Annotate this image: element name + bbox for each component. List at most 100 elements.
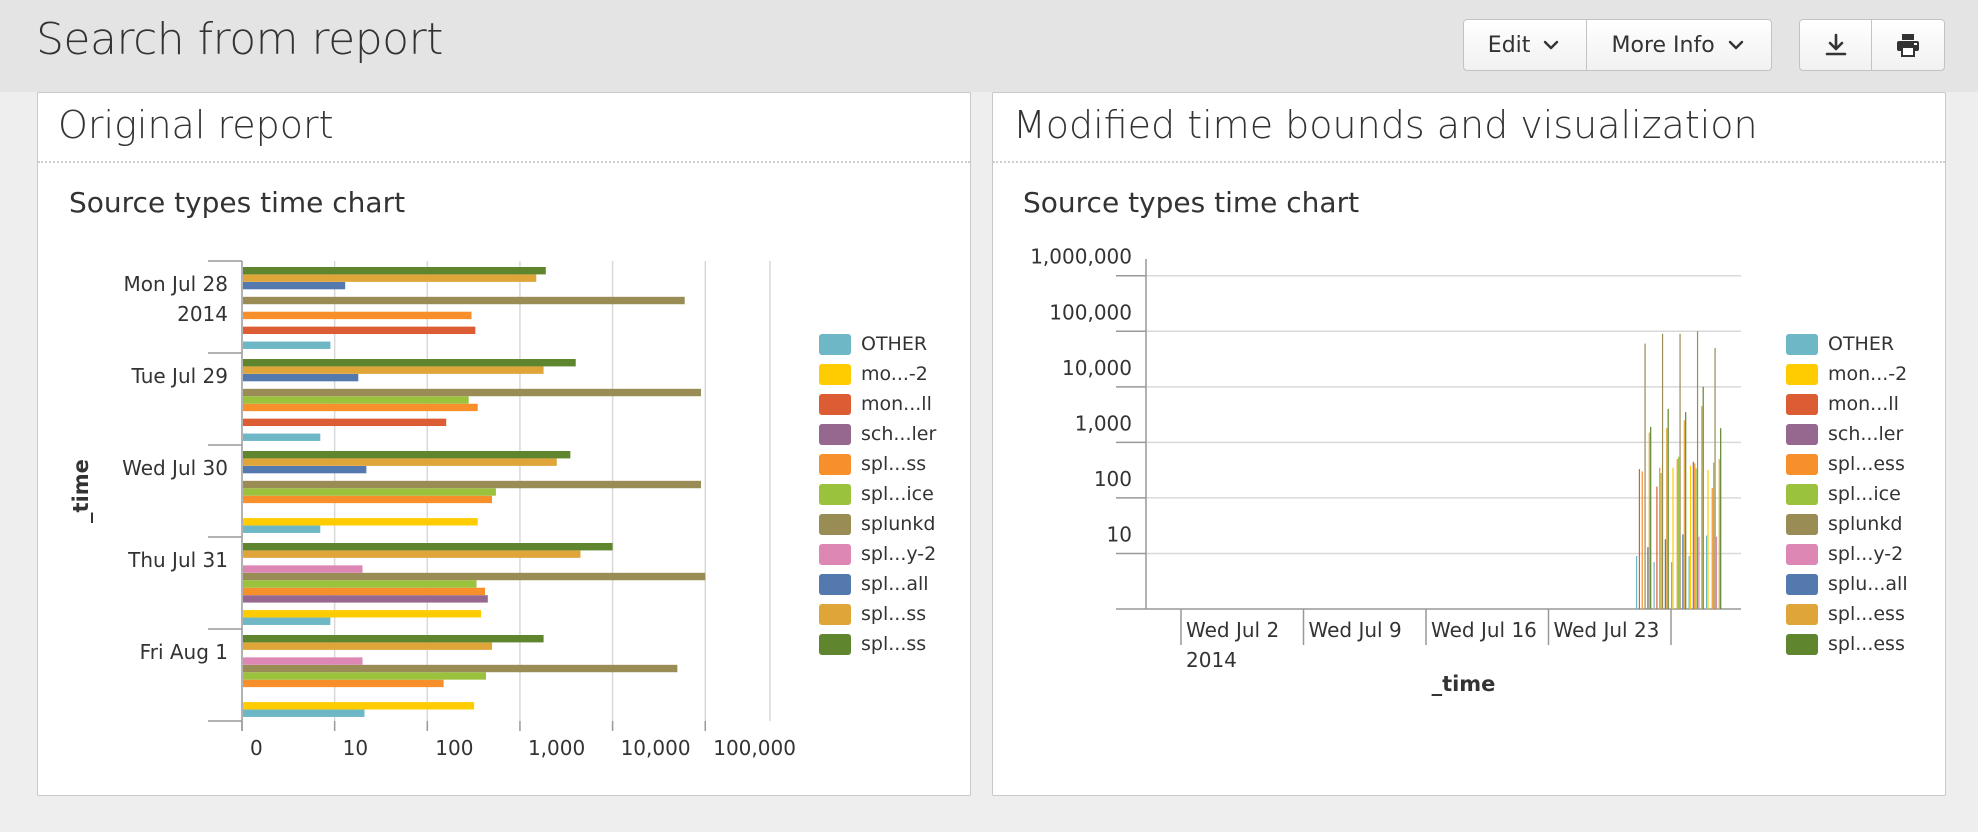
legend-item[interactable]: spl...ess bbox=[1786, 633, 1946, 657]
legend-item[interactable]: spl...ss bbox=[819, 603, 979, 627]
bar bbox=[1661, 333, 1664, 609]
bar bbox=[1713, 462, 1715, 609]
y-axis-title: _time bbox=[69, 459, 93, 523]
y-tick-label: 2014 bbox=[177, 302, 228, 326]
legend-swatch bbox=[1786, 334, 1818, 355]
bar bbox=[1636, 555, 1638, 609]
bar bbox=[243, 587, 486, 596]
download-button[interactable] bbox=[1800, 20, 1872, 70]
bar bbox=[243, 480, 702, 489]
bar bbox=[243, 326, 476, 335]
more-info-button[interactable]: More Info bbox=[1587, 20, 1771, 70]
chevron-down-icon bbox=[1544, 40, 1559, 50]
legend-item[interactable]: spl...ss bbox=[819, 453, 979, 477]
bar bbox=[1644, 343, 1646, 609]
x-tick-label: 0 bbox=[250, 736, 263, 760]
legend-label: OTHER bbox=[861, 333, 928, 355]
bar bbox=[243, 525, 321, 533]
bar bbox=[1650, 426, 1652, 609]
x-tick-label: Wed Jul 9 bbox=[1309, 618, 1402, 642]
bar bbox=[1682, 534, 1684, 609]
y-tick-label: 10,000 bbox=[1062, 356, 1132, 380]
legend-label: sch...ler bbox=[1828, 423, 1904, 445]
legend-swatch bbox=[1786, 574, 1818, 595]
legend-label: splunkd bbox=[1828, 513, 1903, 535]
legend-item[interactable]: OTHER bbox=[1786, 333, 1946, 357]
bar bbox=[243, 465, 367, 474]
edit-button[interactable]: Edit bbox=[1464, 20, 1588, 70]
bar bbox=[1683, 420, 1685, 609]
more-info-button-label: More Info bbox=[1611, 32, 1715, 58]
legend-item[interactable]: mo...-2 bbox=[819, 363, 979, 387]
legend-swatch bbox=[819, 454, 851, 475]
y-tick-label: 100,000 bbox=[1049, 300, 1132, 324]
legend-swatch bbox=[819, 484, 851, 505]
legend-label: spl...ess bbox=[1828, 633, 1905, 655]
legend-label: mon...ll bbox=[861, 393, 932, 415]
bar bbox=[243, 565, 363, 573]
legend-item[interactable]: splunkd bbox=[1786, 513, 1946, 537]
print-button[interactable] bbox=[1872, 20, 1944, 70]
legend-item[interactable]: sch...ler bbox=[819, 423, 979, 447]
bar bbox=[243, 274, 537, 282]
bar bbox=[1671, 562, 1673, 609]
bar bbox=[243, 495, 493, 504]
legend-label: spl...ice bbox=[861, 483, 934, 505]
bar bbox=[243, 679, 444, 688]
legend-item[interactable]: spl...ice bbox=[1786, 483, 1946, 507]
bar bbox=[243, 550, 581, 558]
legend-item[interactable]: mon...-2 bbox=[1786, 363, 1946, 387]
printer-icon bbox=[1897, 34, 1919, 57]
legend-item[interactable]: splu...all bbox=[1786, 573, 1946, 597]
legend-item[interactable]: spl...y-2 bbox=[819, 543, 979, 567]
bar bbox=[243, 311, 472, 320]
bar bbox=[1659, 467, 1661, 609]
bar bbox=[1648, 432, 1650, 609]
bar bbox=[1696, 331, 1699, 609]
legend-swatch bbox=[819, 634, 851, 655]
bar bbox=[243, 388, 702, 397]
bar bbox=[1688, 555, 1690, 609]
x-tick-label: Wed Jul 16 bbox=[1431, 618, 1537, 642]
bar bbox=[1678, 456, 1680, 609]
legend-swatch bbox=[1786, 394, 1818, 415]
legend-item[interactable]: OTHER bbox=[819, 333, 979, 357]
x-tick-label: 2014 bbox=[1186, 648, 1237, 672]
legend-item[interactable]: mon...ll bbox=[1786, 393, 1946, 417]
legend-swatch bbox=[819, 544, 851, 565]
legend-item[interactable]: spl...ss bbox=[819, 633, 979, 657]
bar bbox=[1666, 428, 1668, 609]
legend-item[interactable]: spl...ess bbox=[1786, 603, 1946, 627]
legend-swatch bbox=[819, 604, 851, 625]
bar bbox=[1664, 539, 1666, 609]
bar bbox=[1638, 469, 1641, 609]
y-tick-label: 10 bbox=[1107, 522, 1132, 546]
bar bbox=[1718, 459, 1720, 609]
legend-swatch bbox=[1786, 544, 1818, 565]
x-tick-label: Wed Jul 2 bbox=[1186, 618, 1279, 642]
legend-label: splu...all bbox=[1828, 573, 1908, 595]
bar bbox=[243, 451, 571, 459]
legend-label: OTHER bbox=[1828, 333, 1895, 355]
bar bbox=[243, 572, 706, 581]
legend-item[interactable]: spl...y-2 bbox=[1786, 543, 1946, 567]
x-axis-title: _time bbox=[1432, 672, 1496, 696]
bar bbox=[1656, 486, 1658, 609]
legend-item[interactable]: spl...all bbox=[819, 573, 979, 597]
legend-label: mon...-2 bbox=[1828, 363, 1908, 385]
legend-item[interactable]: splunkd bbox=[819, 513, 979, 537]
bar bbox=[1695, 468, 1697, 609]
legend-item[interactable]: spl...ice bbox=[819, 483, 979, 507]
bar bbox=[243, 341, 331, 349]
legend-item[interactable]: sch...ler bbox=[1786, 423, 1946, 447]
legend-item[interactable]: mon...ll bbox=[819, 393, 979, 417]
bar bbox=[243, 458, 557, 466]
legend-item[interactable]: spl...ess bbox=[1786, 453, 1946, 477]
page-title: Search from report bbox=[36, 14, 443, 65]
legend-swatch bbox=[1786, 604, 1818, 625]
page-header: Search from report Edit More Info bbox=[0, 0, 1978, 92]
download-icon bbox=[1825, 33, 1846, 56]
x-tick-label: 100,000 bbox=[713, 736, 796, 760]
y-tick-label: Wed Jul 30 bbox=[122, 456, 228, 480]
bar bbox=[243, 543, 613, 551]
